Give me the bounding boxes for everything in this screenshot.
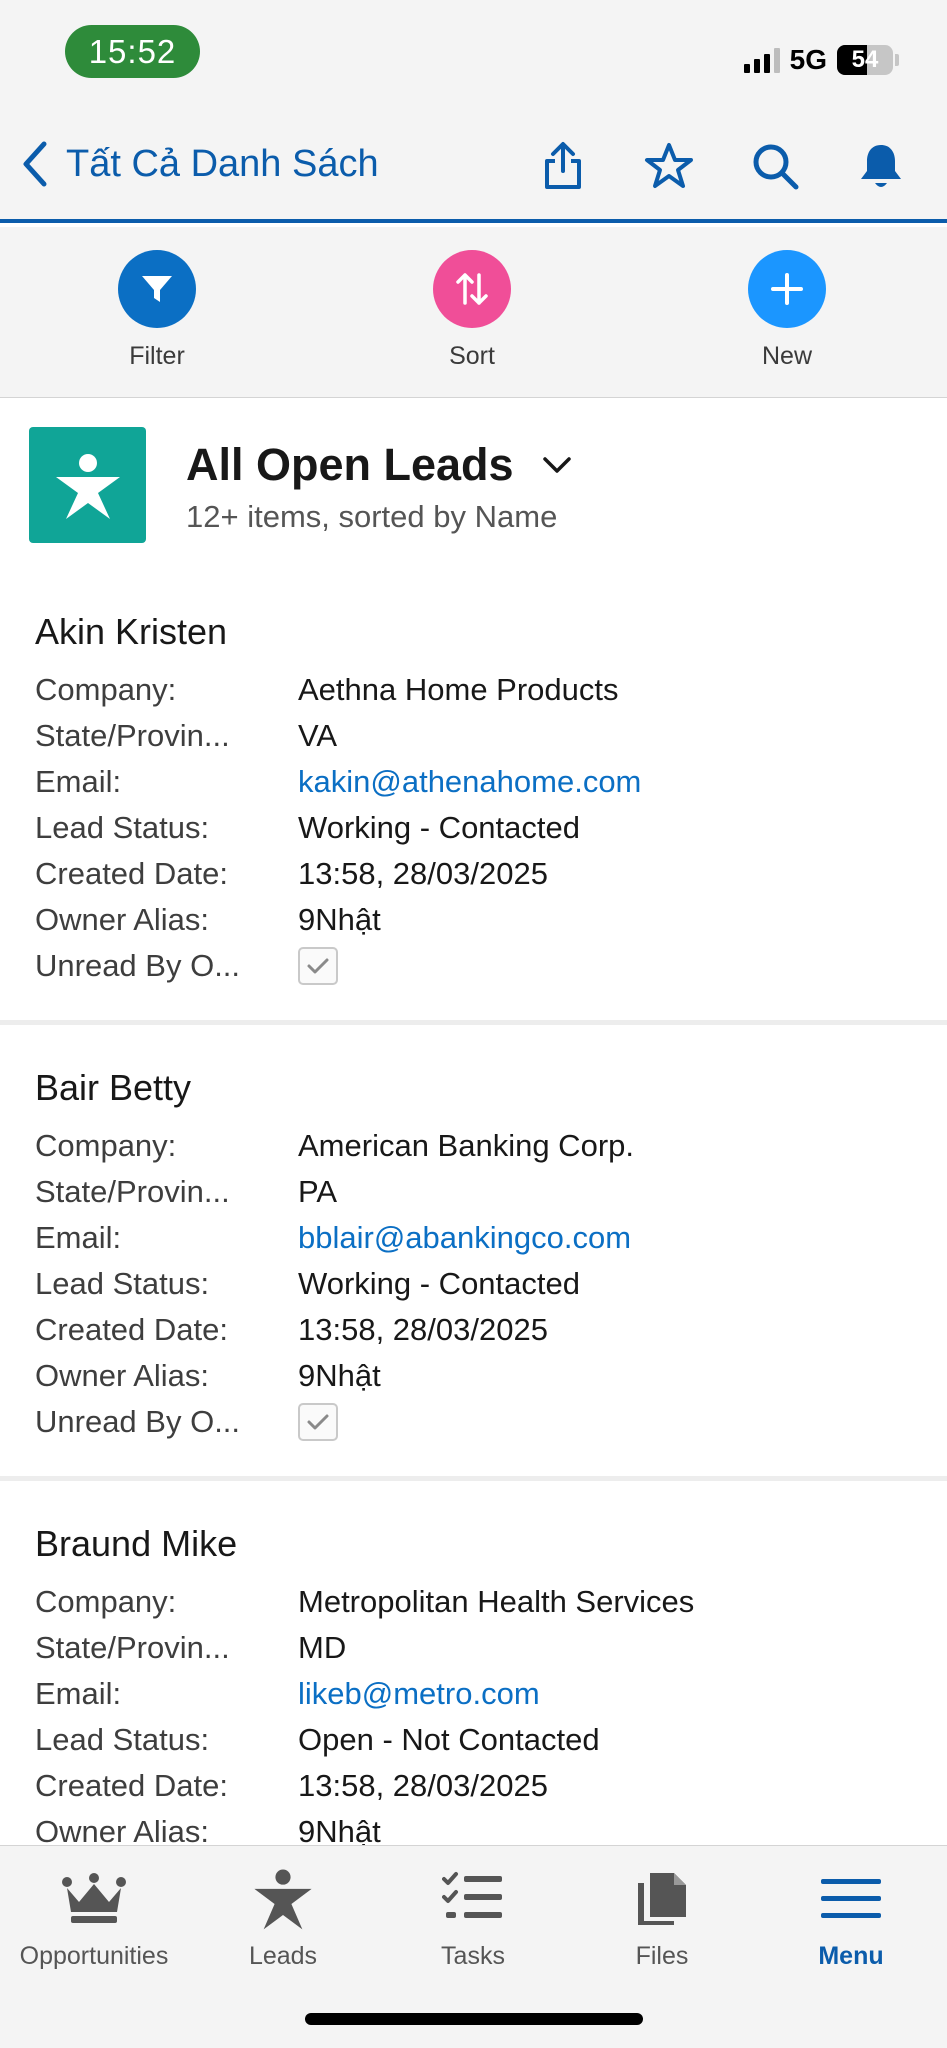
list-title: All Open Leads bbox=[186, 439, 514, 490]
owner-alias-value: 9Nhật bbox=[298, 902, 381, 937]
tab-label: Menu bbox=[818, 1942, 884, 1970]
state-value: PA bbox=[298, 1174, 338, 1209]
company-value: American Banking Corp. bbox=[298, 1128, 634, 1163]
new-label: New bbox=[761, 342, 812, 370]
battery-tip bbox=[895, 54, 899, 66]
tab-label: Files bbox=[635, 1942, 689, 1970]
tab-label: Leads bbox=[248, 1942, 318, 1970]
crown-icon bbox=[9, 1866, 179, 1932]
company-value: Metropolitan Health Services bbox=[298, 1584, 695, 1619]
files-icon bbox=[577, 1866, 747, 1932]
lead-status-value: Open - Not Contacted bbox=[298, 1722, 600, 1757]
created-date-value: 13:58, 28/03/2025 bbox=[298, 856, 548, 891]
unread-checkbox bbox=[298, 1403, 338, 1441]
status-bar: 15:52 5G 54 bbox=[0, 0, 947, 106]
filter-button[interactable]: Filter bbox=[97, 250, 217, 371]
nav-header: Tất Cả Danh Sách bbox=[0, 106, 947, 223]
plus-icon bbox=[748, 250, 826, 328]
share-icon[interactable] bbox=[537, 140, 589, 192]
lead-icon bbox=[198, 1866, 368, 1932]
record-name[interactable]: Akin Kristen bbox=[35, 611, 227, 653]
field-label-lead-status: Lead Status: bbox=[35, 1266, 210, 1301]
sort-label: Sort bbox=[449, 342, 495, 370]
filter-icon bbox=[118, 250, 196, 328]
battery-level: 54 bbox=[851, 46, 879, 73]
list-subtitle: 12+ items, sorted by Name bbox=[186, 499, 558, 534]
menu-icon bbox=[766, 1866, 936, 1932]
tab-files[interactable]: Files bbox=[577, 1866, 747, 1971]
field-label-unread: Unread By O... bbox=[35, 948, 241, 983]
star-icon[interactable] bbox=[643, 140, 695, 192]
filter-label: Filter bbox=[129, 342, 185, 370]
home-indicator[interactable] bbox=[305, 2013, 643, 2025]
field-label-created-date: Created Date: bbox=[35, 856, 228, 891]
network-type: 5G bbox=[789, 44, 827, 75]
record-name[interactable]: Bair Betty bbox=[35, 1067, 191, 1109]
tab-tasks[interactable]: Tasks bbox=[388, 1866, 558, 1971]
record-name[interactable]: Braund Mike bbox=[35, 1523, 237, 1565]
field-label-lead-status: Lead Status: bbox=[35, 1722, 210, 1757]
nav-actions bbox=[537, 140, 907, 192]
field-label-created-date: Created Date: bbox=[35, 1312, 228, 1347]
list-header: All Open Leads 12+ items, sorted by Name bbox=[0, 399, 947, 569]
battery-icon: 54 bbox=[837, 45, 893, 75]
lead-status-value: Working - Contacted bbox=[298, 1266, 580, 1301]
back-button[interactable]: Tất Cả Danh Sách bbox=[18, 140, 379, 188]
state-value: MD bbox=[298, 1630, 347, 1665]
new-button[interactable]: New bbox=[727, 250, 847, 371]
tab-label: Opportunities bbox=[19, 1942, 169, 1970]
tab-menu[interactable]: Menu bbox=[766, 1866, 936, 1971]
list-item[interactable]: Akin Kristen Company: Aethna Home Produc… bbox=[0, 569, 947, 1025]
sort-button[interactable]: Sort bbox=[412, 250, 532, 371]
lead-status-value: Working - Contacted bbox=[298, 810, 580, 845]
check-icon bbox=[307, 958, 329, 974]
list-item[interactable]: Bair Betty Company: American Banking Cor… bbox=[0, 1025, 947, 1481]
status-indicators: 5G 54 bbox=[743, 42, 899, 78]
field-label-owner-alias: Owner Alias: bbox=[35, 1358, 210, 1393]
bell-icon[interactable] bbox=[855, 140, 907, 192]
chevron-down-icon bbox=[542, 457, 571, 473]
tasks-icon bbox=[388, 1866, 558, 1932]
field-label-unread: Unread By O... bbox=[35, 1404, 241, 1439]
tab-label: Tasks bbox=[441, 1942, 505, 1970]
field-label-state: State/Provin... bbox=[35, 718, 230, 753]
list-actions: Filter Sort New bbox=[0, 227, 947, 398]
state-value: VA bbox=[298, 718, 338, 753]
field-label-email: Email: bbox=[35, 1676, 122, 1711]
record-list: Akin Kristen Company: Aethna Home Produc… bbox=[0, 569, 947, 1937]
field-label-company: Company: bbox=[35, 1584, 177, 1619]
chevron-left-icon bbox=[23, 141, 47, 187]
field-label-company: Company: bbox=[35, 672, 177, 707]
back-title: Tất Cả Danh Sách bbox=[66, 142, 379, 185]
email-link[interactable]: likeb@metro.com bbox=[298, 1676, 540, 1712]
field-label-company: Company: bbox=[35, 1128, 177, 1163]
sort-icon bbox=[433, 250, 511, 328]
signal-icon bbox=[743, 47, 780, 73]
field-label-lead-status: Lead Status: bbox=[35, 810, 210, 845]
email-link[interactable]: kakin@athenahome.com bbox=[298, 764, 641, 800]
lead-object-icon bbox=[29, 427, 146, 543]
field-label-state: State/Provin... bbox=[35, 1174, 230, 1209]
field-label-email: Email: bbox=[35, 1220, 122, 1255]
unread-checkbox bbox=[298, 947, 338, 985]
created-date-value: 13:58, 28/03/2025 bbox=[298, 1312, 548, 1347]
company-value: Aethna Home Products bbox=[298, 672, 619, 707]
check-icon bbox=[307, 1414, 329, 1430]
tab-opportunities[interactable]: Opportunities bbox=[9, 1866, 179, 1971]
field-label-created-date: Created Date: bbox=[35, 1768, 228, 1803]
status-time: 15:52 bbox=[65, 25, 200, 78]
tab-leads[interactable]: Leads bbox=[198, 1866, 368, 1971]
field-label-owner-alias: Owner Alias: bbox=[35, 902, 210, 937]
owner-alias-value: 9Nhật bbox=[298, 1358, 381, 1393]
email-link[interactable]: bblair@abankingco.com bbox=[298, 1220, 631, 1256]
field-label-state: State/Provin... bbox=[35, 1630, 230, 1665]
field-label-email: Email: bbox=[35, 764, 122, 799]
list-view-selector[interactable]: All Open Leads bbox=[186, 439, 572, 491]
created-date-value: 13:58, 28/03/2025 bbox=[298, 1768, 548, 1803]
search-icon[interactable] bbox=[749, 140, 801, 192]
